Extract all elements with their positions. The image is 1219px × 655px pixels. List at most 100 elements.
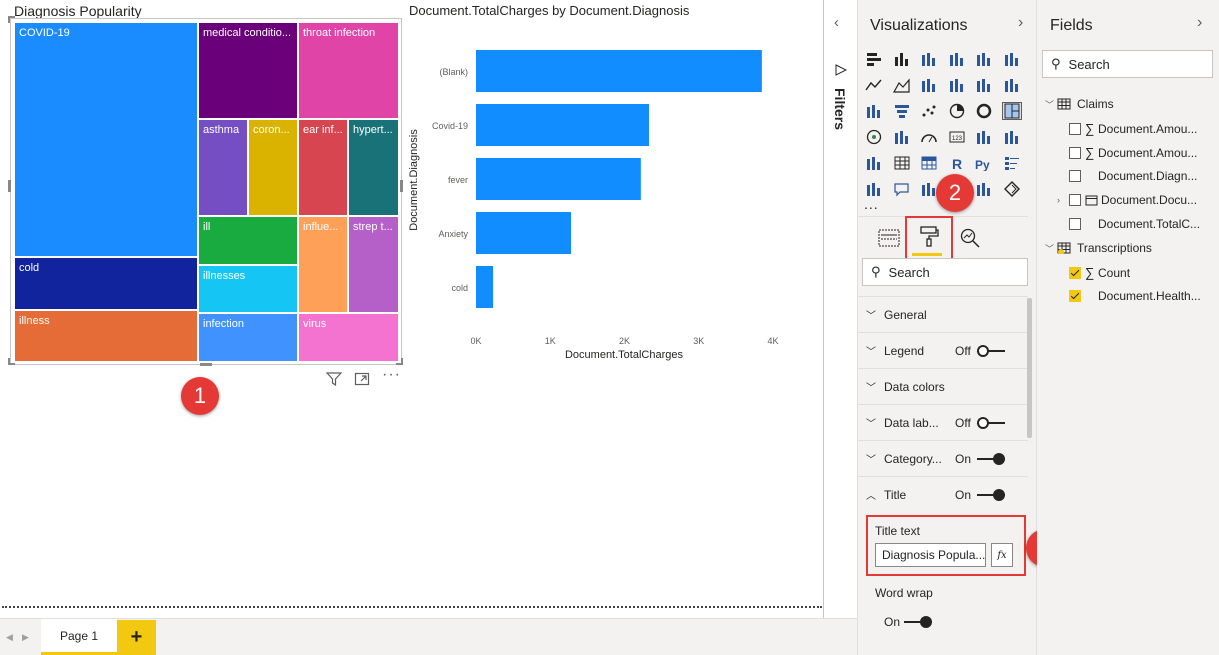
treemap-tile[interactable]: medical conditio... (198, 22, 298, 119)
arcgis-icon[interactable] (974, 180, 994, 198)
field-item[interactable]: › Document.Docu... (1057, 193, 1197, 207)
title-text-input[interactable]: Diagnosis Popula... (875, 543, 986, 567)
line-clustered-icon[interactable] (974, 76, 994, 94)
more-options-icon[interactable]: ··· (382, 366, 401, 384)
treemap-tile[interactable]: illness (14, 310, 198, 362)
line-column-icon[interactable] (947, 76, 967, 94)
bar[interactable] (476, 212, 572, 254)
add-page-button[interactable]: + (117, 620, 156, 655)
slicer-icon[interactable] (864, 154, 884, 172)
collapse-chevron-icon[interactable]: ‹ (834, 14, 839, 31)
treemap-tile[interactable]: asthma (198, 119, 248, 216)
table-claims[interactable]: ﹀ Claims (1045, 97, 1114, 111)
next-page-icon[interactable]: ▶ (22, 632, 29, 643)
field-item[interactable]: Document.Diagn... (1057, 169, 1197, 183)
format-section-data-lab[interactable]: ﹀ Data lab... Off (858, 404, 1028, 440)
treemap-tile[interactable]: coron... (248, 119, 298, 216)
format-section-general[interactable]: ﹀ General (858, 296, 1028, 332)
field-item[interactable]: ∑ Count (1057, 265, 1130, 280)
format-section-toggle[interactable] (977, 453, 1005, 465)
filled-map-icon[interactable] (892, 128, 912, 146)
resize-handle-tl-v[interactable] (8, 16, 10, 23)
report-canvas[interactable]: Diagnosis Popularity COVID-19 cold illness… (0, 0, 824, 618)
treemap-icon[interactable] (1001, 102, 1022, 120)
tab-page-1[interactable]: Page 1 (41, 619, 117, 655)
waterfall-icon[interactable] (864, 102, 884, 120)
conditional-format-fx-button[interactable]: fx (991, 543, 1013, 567)
word-wrap-toggle[interactable] (904, 616, 932, 628)
field-checkbox[interactable] (1069, 218, 1081, 230)
card-icon[interactable]: 123 (947, 128, 967, 146)
format-section-data-colors[interactable]: ﹀ Data colors (858, 368, 1028, 404)
clustered-bar-icon[interactable] (919, 50, 939, 68)
format-search-input[interactable]: ⚲ Search (862, 258, 1028, 286)
treemap-tile[interactable]: cold (14, 257, 198, 310)
pie-icon[interactable] (947, 102, 967, 120)
scatter-icon[interactable] (919, 102, 939, 120)
prev-page-icon[interactable]: ◀ (6, 632, 13, 643)
treemap-tile[interactable]: ear inf... (298, 119, 348, 216)
bar[interactable] (476, 104, 650, 146)
matrix-icon[interactable] (919, 154, 939, 172)
focus-mode-icon[interactable] (354, 372, 370, 389)
field-item[interactable]: ∑ Document.Amou... (1057, 121, 1197, 136)
treemap-tile[interactable]: illnesses (198, 265, 298, 313)
fields-tab-icon[interactable] (875, 224, 903, 252)
collapse-visualizations-icon[interactable]: › (1018, 14, 1023, 32)
field-checkbox[interactable] (1069, 290, 1081, 302)
field-checkbox[interactable] (1069, 170, 1081, 182)
format-section-toggle[interactable] (977, 489, 1005, 501)
field-item[interactable]: Document.TotalC... (1057, 217, 1200, 231)
treemap-chart[interactable]: COVID-19 cold illness medical conditio... th… (14, 22, 399, 362)
treemap-tile[interactable]: infection (198, 313, 298, 362)
bar[interactable] (476, 266, 494, 308)
line-icon[interactable] (864, 76, 884, 94)
area-icon[interactable] (892, 76, 912, 94)
resize-handle-right[interactable] (400, 180, 403, 192)
stacked-bar-icon[interactable] (864, 50, 884, 68)
stacked-column-icon[interactable] (892, 50, 912, 68)
bar[interactable] (476, 158, 641, 200)
format-section-toggle[interactable] (977, 417, 1005, 429)
python-visual-icon[interactable]: Py (974, 154, 994, 172)
kpi-icon[interactable] (1002, 128, 1022, 146)
key-influencers-icon[interactable] (1002, 154, 1022, 172)
map-icon[interactable] (864, 128, 884, 146)
donut-icon[interactable] (974, 102, 994, 120)
ribbon-icon[interactable] (1002, 76, 1022, 94)
field-item[interactable]: ∑ Document.Amou... (1057, 145, 1197, 160)
analytics-magnifier-icon[interactable] (956, 224, 984, 252)
qa-icon[interactable] (892, 180, 912, 198)
bar-chart[interactable]: Document.TotalCharges by Document.Diagno… (405, 0, 805, 370)
multirow-card-icon[interactable] (974, 128, 994, 146)
format-section-title[interactable]: ︿ Title On (858, 476, 1028, 512)
treemap-tile[interactable]: influe... (298, 216, 348, 313)
table-transcriptions[interactable]: ﹀ Transcriptions (1045, 241, 1152, 255)
treemap-tile[interactable]: virus (298, 313, 399, 362)
resize-handle-bottom[interactable] (200, 363, 212, 366)
treemap-tile[interactable]: COVID-19 (14, 22, 198, 257)
filters-label[interactable]: Filters (832, 88, 848, 130)
format-section-toggle[interactable] (977, 345, 1005, 357)
bar[interactable] (476, 50, 762, 92)
format-section-category[interactable]: ﹀ Category... On (858, 440, 1028, 476)
field-checkbox[interactable] (1069, 266, 1081, 279)
more-visuals-button[interactable]: ... (864, 196, 879, 212)
power-apps-icon[interactable] (1002, 180, 1022, 198)
field-checkbox[interactable] (1069, 122, 1081, 135)
treemap-tile[interactable]: ill (198, 216, 298, 265)
field-checkbox[interactable] (1069, 194, 1081, 206)
fields-search-input[interactable]: ⚲ Search (1042, 50, 1213, 78)
treemap-tile[interactable]: throat infection (298, 22, 399, 119)
field-item[interactable]: Document.Health... (1057, 289, 1201, 303)
100-bar-icon[interactable] (974, 50, 994, 68)
table-icon[interactable] (892, 154, 912, 172)
stacked-area-icon[interactable] (919, 76, 939, 94)
r-visual-icon[interactable]: R (947, 154, 967, 172)
field-checkbox[interactable] (1069, 146, 1081, 159)
gauge-icon[interactable] (919, 128, 939, 146)
resize-handle-left[interactable] (8, 180, 11, 192)
resize-handle-bl-v[interactable] (8, 358, 10, 365)
treemap-tile[interactable]: hypert... (348, 119, 399, 216)
format-section-legend[interactable]: ﹀ Legend Off (858, 332, 1028, 368)
